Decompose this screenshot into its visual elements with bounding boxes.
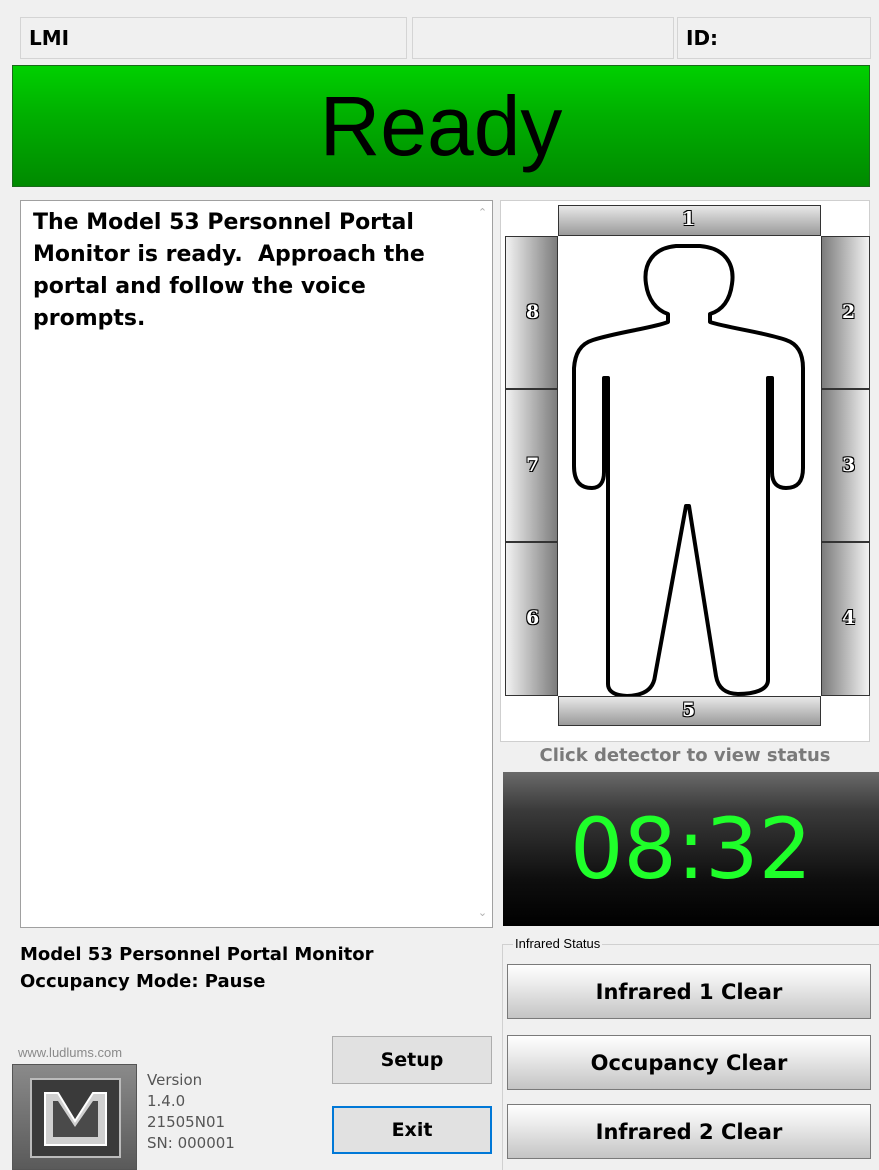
detector-7-label: 7	[526, 454, 540, 476]
detector-2[interactable]: 2	[821, 236, 870, 389]
detector-5-label: 5	[682, 699, 696, 721]
status-text: Ready	[319, 78, 563, 173]
detector-7[interactable]: 7	[505, 389, 558, 542]
message-text: The Model 53 Personnel Portal Monitor is…	[33, 210, 433, 331]
detector-4-label: 4	[842, 607, 856, 629]
scroll-up-icon[interactable]: ⌃	[476, 206, 489, 219]
message-box[interactable]: The Model 53 Personnel Portal Monitor is…	[20, 200, 493, 928]
occupancy-button[interactable]: Occupancy Clear	[507, 1035, 871, 1090]
detector-3[interactable]: 3	[821, 389, 870, 542]
header-lmi-field: LMI	[20, 17, 407, 59]
version-label: Version	[147, 1071, 203, 1089]
header-lmi-label: LMI	[29, 26, 70, 50]
infrared-status-title: Infrared Status	[513, 936, 603, 951]
detector-8[interactable]: 8	[505, 236, 558, 389]
lm-logo-icon	[30, 1078, 121, 1158]
detector-1-label: 1	[682, 208, 696, 230]
detector-6-label: 6	[526, 607, 540, 629]
scroll-down-icon[interactable]: ⌄	[476, 906, 489, 919]
detector-5[interactable]: 5	[558, 696, 821, 726]
ludlum-logo	[12, 1064, 137, 1170]
header-id-label: ID:	[686, 26, 719, 50]
message-scrollbar[interactable]: ⌃ ⌄	[473, 201, 492, 927]
model-name: Model 53 Personnel Portal Monitor	[20, 944, 374, 965]
exit-button[interactable]: Exit	[332, 1106, 492, 1154]
build-number: 21505N01	[147, 1113, 226, 1131]
detector-hint: Click detector to view status	[539, 745, 831, 766]
model-info: Model 53 Personnel Portal Monitor Occupa…	[20, 941, 374, 995]
header-id-field: ID:	[677, 17, 871, 59]
infrared-1-button[interactable]: Infrared 1 Clear	[507, 964, 871, 1019]
infrared-2-button[interactable]: Infrared 2 Clear	[507, 1104, 871, 1159]
website-link[interactable]: www.ludlums.com	[18, 1045, 122, 1060]
countdown-timer: 08:32	[503, 772, 879, 926]
detector-3-label: 3	[842, 454, 856, 476]
status-banner: Ready	[12, 65, 870, 187]
detector-6[interactable]: 6	[505, 542, 558, 696]
detector-4[interactable]: 4	[821, 542, 870, 696]
header-middle-field	[412, 17, 674, 59]
serial-number: SN: 000001	[147, 1134, 235, 1152]
version-info: Version 1.4.0 21505N01 SN: 000001	[147, 1070, 235, 1154]
portal-diagram: 1 2 3 4 5 8 7 6	[500, 200, 870, 742]
detector-1[interactable]: 1	[558, 205, 821, 236]
detector-8-label: 8	[526, 301, 540, 323]
person-silhouette-icon	[572, 244, 805, 696]
occupancy-mode: Occupancy Mode: Pause	[20, 971, 266, 992]
version-number: 1.4.0	[147, 1092, 186, 1110]
timer-value: 08:32	[569, 800, 813, 898]
setup-button[interactable]: Setup	[332, 1036, 492, 1084]
detector-2-label: 2	[842, 301, 856, 323]
